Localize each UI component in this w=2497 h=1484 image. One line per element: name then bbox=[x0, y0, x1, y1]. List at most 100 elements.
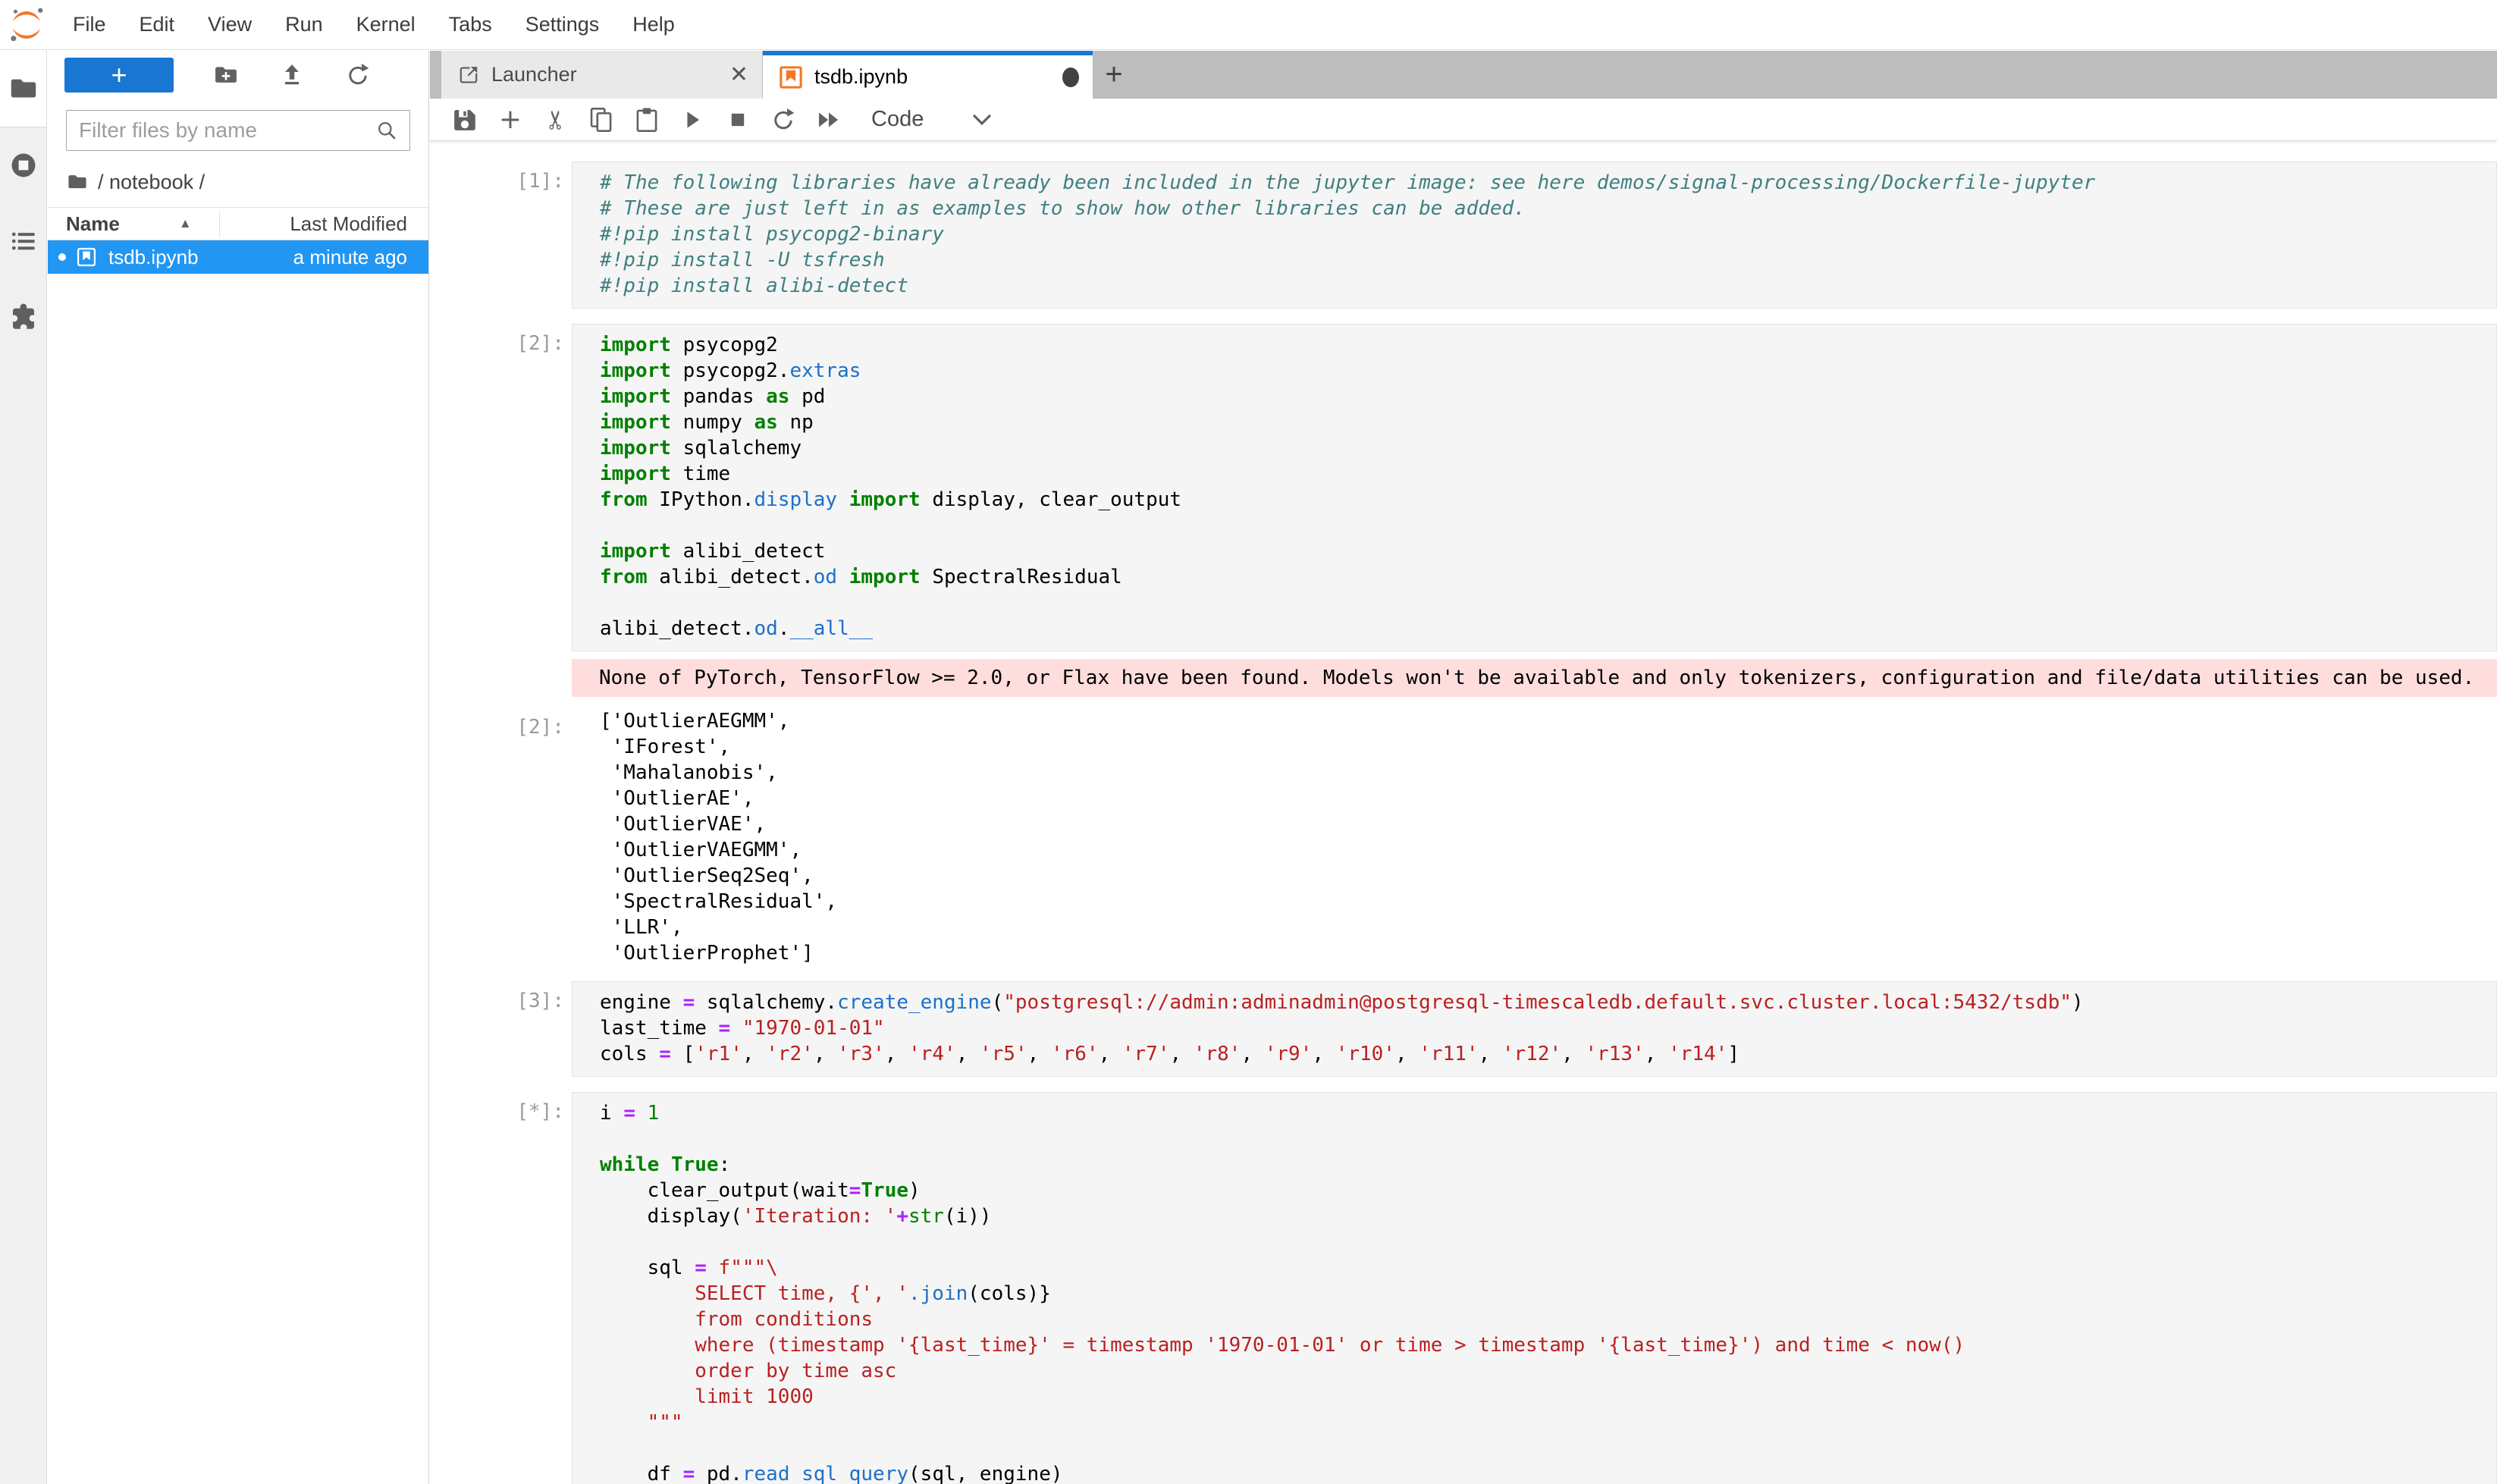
new-folder-icon bbox=[212, 61, 240, 89]
jupyter-logo bbox=[8, 6, 45, 44]
new-launcher-button[interactable]: + bbox=[64, 58, 174, 93]
cell-input-area: [2]:import psycopg2import psycopg2.extra… bbox=[430, 324, 2497, 651]
cell-input-editor[interactable]: engine = sqlalchemy.create_engine("postg… bbox=[572, 981, 2497, 1077]
menu-item-help[interactable]: Help bbox=[616, 13, 692, 36]
tab-bar: Launcher ✕ tsdb.ipynb + bbox=[430, 51, 2497, 99]
menubar: FileEditViewRunKernelTabsSettingsHelp bbox=[0, 0, 2497, 50]
main-dock-panel: Launcher ✕ tsdb.ipynb + bbox=[430, 51, 2497, 1484]
table-of-contents-icon bbox=[8, 226, 39, 256]
running-sessions-icon bbox=[8, 150, 39, 180]
menu-item-file[interactable]: File bbox=[56, 13, 123, 36]
file-browser-panel: + bbox=[48, 51, 429, 1484]
breadcrumb[interactable]: / notebook / bbox=[66, 166, 428, 198]
cell-output-prompt bbox=[430, 659, 572, 667]
run-icon bbox=[679, 106, 706, 133]
copy-icon bbox=[587, 105, 616, 134]
file-filter-input[interactable] bbox=[79, 118, 375, 143]
file-list-item-selected[interactable]: tsdb.ipynb a minute ago bbox=[48, 240, 428, 274]
save-icon bbox=[450, 105, 479, 134]
run-cell-button[interactable] bbox=[676, 103, 709, 136]
cell-output-area: None of PyTorch, TensorFlow >= 2.0, or F… bbox=[430, 659, 2497, 697]
sidebar-item-file-browser[interactable] bbox=[0, 51, 46, 127]
new-tab-button[interactable]: + bbox=[1093, 51, 1135, 99]
upload-icon bbox=[278, 61, 306, 89]
save-button[interactable] bbox=[448, 103, 482, 136]
folder-icon bbox=[8, 73, 39, 105]
cell-output-prompt: [2]: bbox=[430, 707, 572, 739]
cell-type-value: Code bbox=[871, 107, 924, 132]
file-list-header: Name ▲ Last Modified bbox=[48, 207, 428, 240]
cell-input-prompt: [3]: bbox=[430, 981, 572, 1012]
menu-items: FileEditViewRunKernelTabsSettingsHelp bbox=[56, 13, 692, 36]
search-icon bbox=[375, 118, 399, 143]
cut-cells-button[interactable]: ✂ bbox=[539, 103, 572, 136]
unsaved-changes-dot-icon[interactable] bbox=[1062, 67, 1079, 87]
jupyterlab-window: FileEditViewRunKernelTabsSettingsHelp bbox=[0, 0, 2497, 1484]
notebook-cell: [3]:engine = sqlalchemy.create_engine("p… bbox=[430, 981, 2497, 1077]
cut-icon: ✂ bbox=[541, 108, 571, 130]
cell-type-dropdown[interactable]: Code bbox=[871, 107, 993, 132]
cell-input-prompt: [2]: bbox=[430, 324, 572, 355]
sidebar-item-running-sessions[interactable] bbox=[0, 127, 46, 203]
menu-item-view[interactable]: View bbox=[191, 13, 268, 36]
notebook-cells: [1]:# The following libraries have alrea… bbox=[430, 162, 2497, 1484]
unsaved-dot-icon bbox=[58, 253, 66, 261]
menu-item-settings[interactable]: Settings bbox=[509, 13, 616, 36]
restart-icon bbox=[770, 106, 797, 133]
cell-input-prompt: [*]: bbox=[430, 1092, 572, 1123]
chevron-down-icon bbox=[971, 111, 993, 128]
cell-input-editor[interactable]: # The following libraries have already b… bbox=[572, 162, 2497, 309]
cell-output-stderr: None of PyTorch, TensorFlow >= 2.0, or F… bbox=[572, 659, 2497, 697]
tab-tsdb-notebook[interactable]: tsdb.ipynb bbox=[763, 51, 1093, 99]
notebook-cell: [1]:# The following libraries have alrea… bbox=[430, 162, 2497, 309]
restart-run-all-button[interactable] bbox=[812, 103, 845, 136]
notebook-panel: [1]:# The following libraries have alrea… bbox=[430, 142, 2497, 1484]
menu-item-tabs[interactable]: Tabs bbox=[432, 13, 509, 36]
paste-cells-button[interactable] bbox=[630, 103, 663, 136]
notebook-cell: [*]:i = 1 while True: clear_output(wait=… bbox=[430, 1092, 2497, 1484]
column-header-name[interactable]: Name bbox=[66, 212, 120, 236]
cell-output-area: [2]:['OutlierAEGMM', 'IForest', 'Mahalan… bbox=[430, 707, 2497, 966]
cell-input-area: [3]:engine = sqlalchemy.create_engine("p… bbox=[430, 981, 2497, 1077]
notebook-icon bbox=[778, 64, 804, 90]
file-filter bbox=[66, 110, 410, 151]
column-divider bbox=[219, 211, 220, 237]
activity-bar bbox=[0, 51, 47, 1484]
notebook-toolbar: + ✂ bbox=[430, 99, 2497, 141]
notebook-cell: [2]:import psycopg2import psycopg2.extra… bbox=[430, 324, 2497, 966]
notebook-file-icon bbox=[75, 246, 98, 268]
new-folder-button[interactable] bbox=[212, 61, 240, 89]
cell-input-editor[interactable]: import psycopg2import psycopg2.extrasimp… bbox=[572, 324, 2497, 651]
refresh-icon bbox=[344, 61, 372, 89]
sort-ascending-icon: ▲ bbox=[179, 216, 192, 231]
paste-icon bbox=[632, 105, 661, 134]
tab-label: tsdb.ipynb bbox=[814, 65, 1062, 89]
tab-label: Launcher bbox=[491, 63, 729, 86]
cell-input-editor[interactable]: i = 1 while True: clear_output(wait=True… bbox=[572, 1092, 2497, 1484]
file-browser-toolbar: + bbox=[48, 51, 428, 99]
menu-item-edit[interactable]: Edit bbox=[123, 13, 192, 36]
upload-button[interactable] bbox=[278, 61, 306, 89]
puzzle-icon bbox=[8, 301, 39, 333]
home-folder-icon bbox=[66, 171, 89, 193]
cell-input-area: [*]:i = 1 while True: clear_output(wait=… bbox=[430, 1092, 2497, 1484]
cell-output-result: ['OutlierAEGMM', 'IForest', 'Mahalanobis… bbox=[572, 707, 2497, 966]
menu-item-kernel[interactable]: Kernel bbox=[340, 13, 432, 36]
file-last-modified: a minute ago bbox=[293, 246, 407, 269]
fast-forward-icon bbox=[814, 105, 843, 134]
column-header-last-modified[interactable]: Last Modified bbox=[290, 212, 407, 236]
menu-item-run[interactable]: Run bbox=[268, 13, 340, 36]
close-tab-icon[interactable]: ✕ bbox=[729, 61, 748, 88]
sidebar-item-extensions[interactable] bbox=[0, 279, 46, 355]
copy-cells-button[interactable] bbox=[585, 103, 618, 136]
cell-input-prompt: [1]: bbox=[430, 162, 572, 193]
breadcrumb-path: / notebook / bbox=[98, 171, 205, 194]
tab-launcher[interactable]: Launcher ✕ bbox=[441, 51, 763, 99]
file-name: tsdb.ipynb bbox=[108, 246, 199, 269]
launcher-icon bbox=[456, 63, 481, 87]
sidebar-item-table-of-contents[interactable] bbox=[0, 203, 46, 279]
insert-cell-button[interactable]: + bbox=[494, 103, 527, 136]
refresh-button[interactable] bbox=[344, 61, 372, 89]
restart-kernel-button[interactable] bbox=[767, 103, 800, 136]
interrupt-kernel-button[interactable] bbox=[721, 103, 754, 136]
